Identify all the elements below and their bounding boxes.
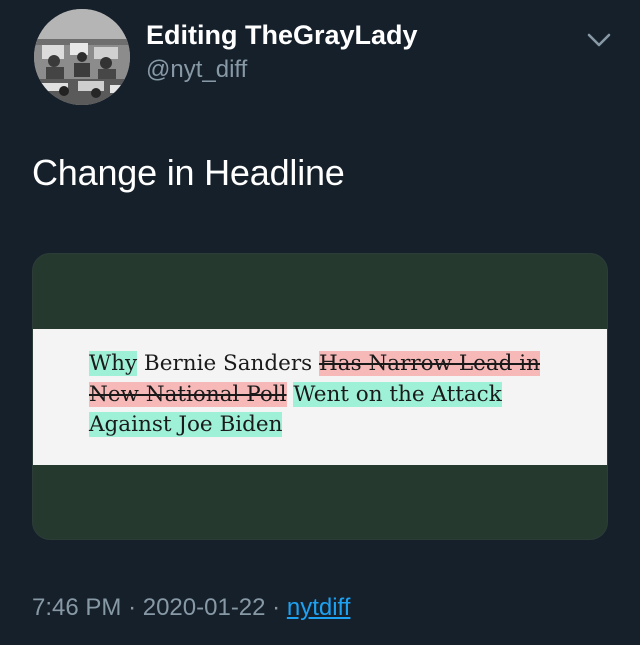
footer-separator: · — [128, 594, 137, 621]
tweet-footer: 7:46 PM · 2020-01-22 · nytdiff — [32, 594, 350, 622]
headline-diff: Why Bernie Sanders Has Narrow Lead in Ne… — [89, 349, 549, 441]
author-handle[interactable]: @nyt_diff — [146, 56, 247, 84]
source-link[interactable]: nytdiff — [287, 594, 351, 621]
unchanged-text: Bernie Sanders — [137, 351, 320, 376]
newsroom-photo-avatar[interactable] — [34, 9, 130, 105]
chevron-down-icon[interactable] — [585, 30, 613, 50]
footer-separator: · — [272, 594, 281, 621]
tweet-text: Change in Headline — [32, 152, 345, 193]
media-card[interactable]: Why Bernie Sanders Has Narrow Lead in Ne… — [32, 253, 608, 540]
tweet-date[interactable]: 2020-01-22 — [143, 594, 266, 621]
avatar-photo-icon — [34, 9, 130, 105]
tweet-time[interactable]: 7:46 PM — [32, 594, 121, 621]
inserted-text: Why — [89, 351, 138, 376]
headline-diff-image: Why Bernie Sanders Has Narrow Lead in Ne… — [33, 329, 607, 465]
author-display-name[interactable]: Editing TheGrayLady — [146, 20, 418, 51]
